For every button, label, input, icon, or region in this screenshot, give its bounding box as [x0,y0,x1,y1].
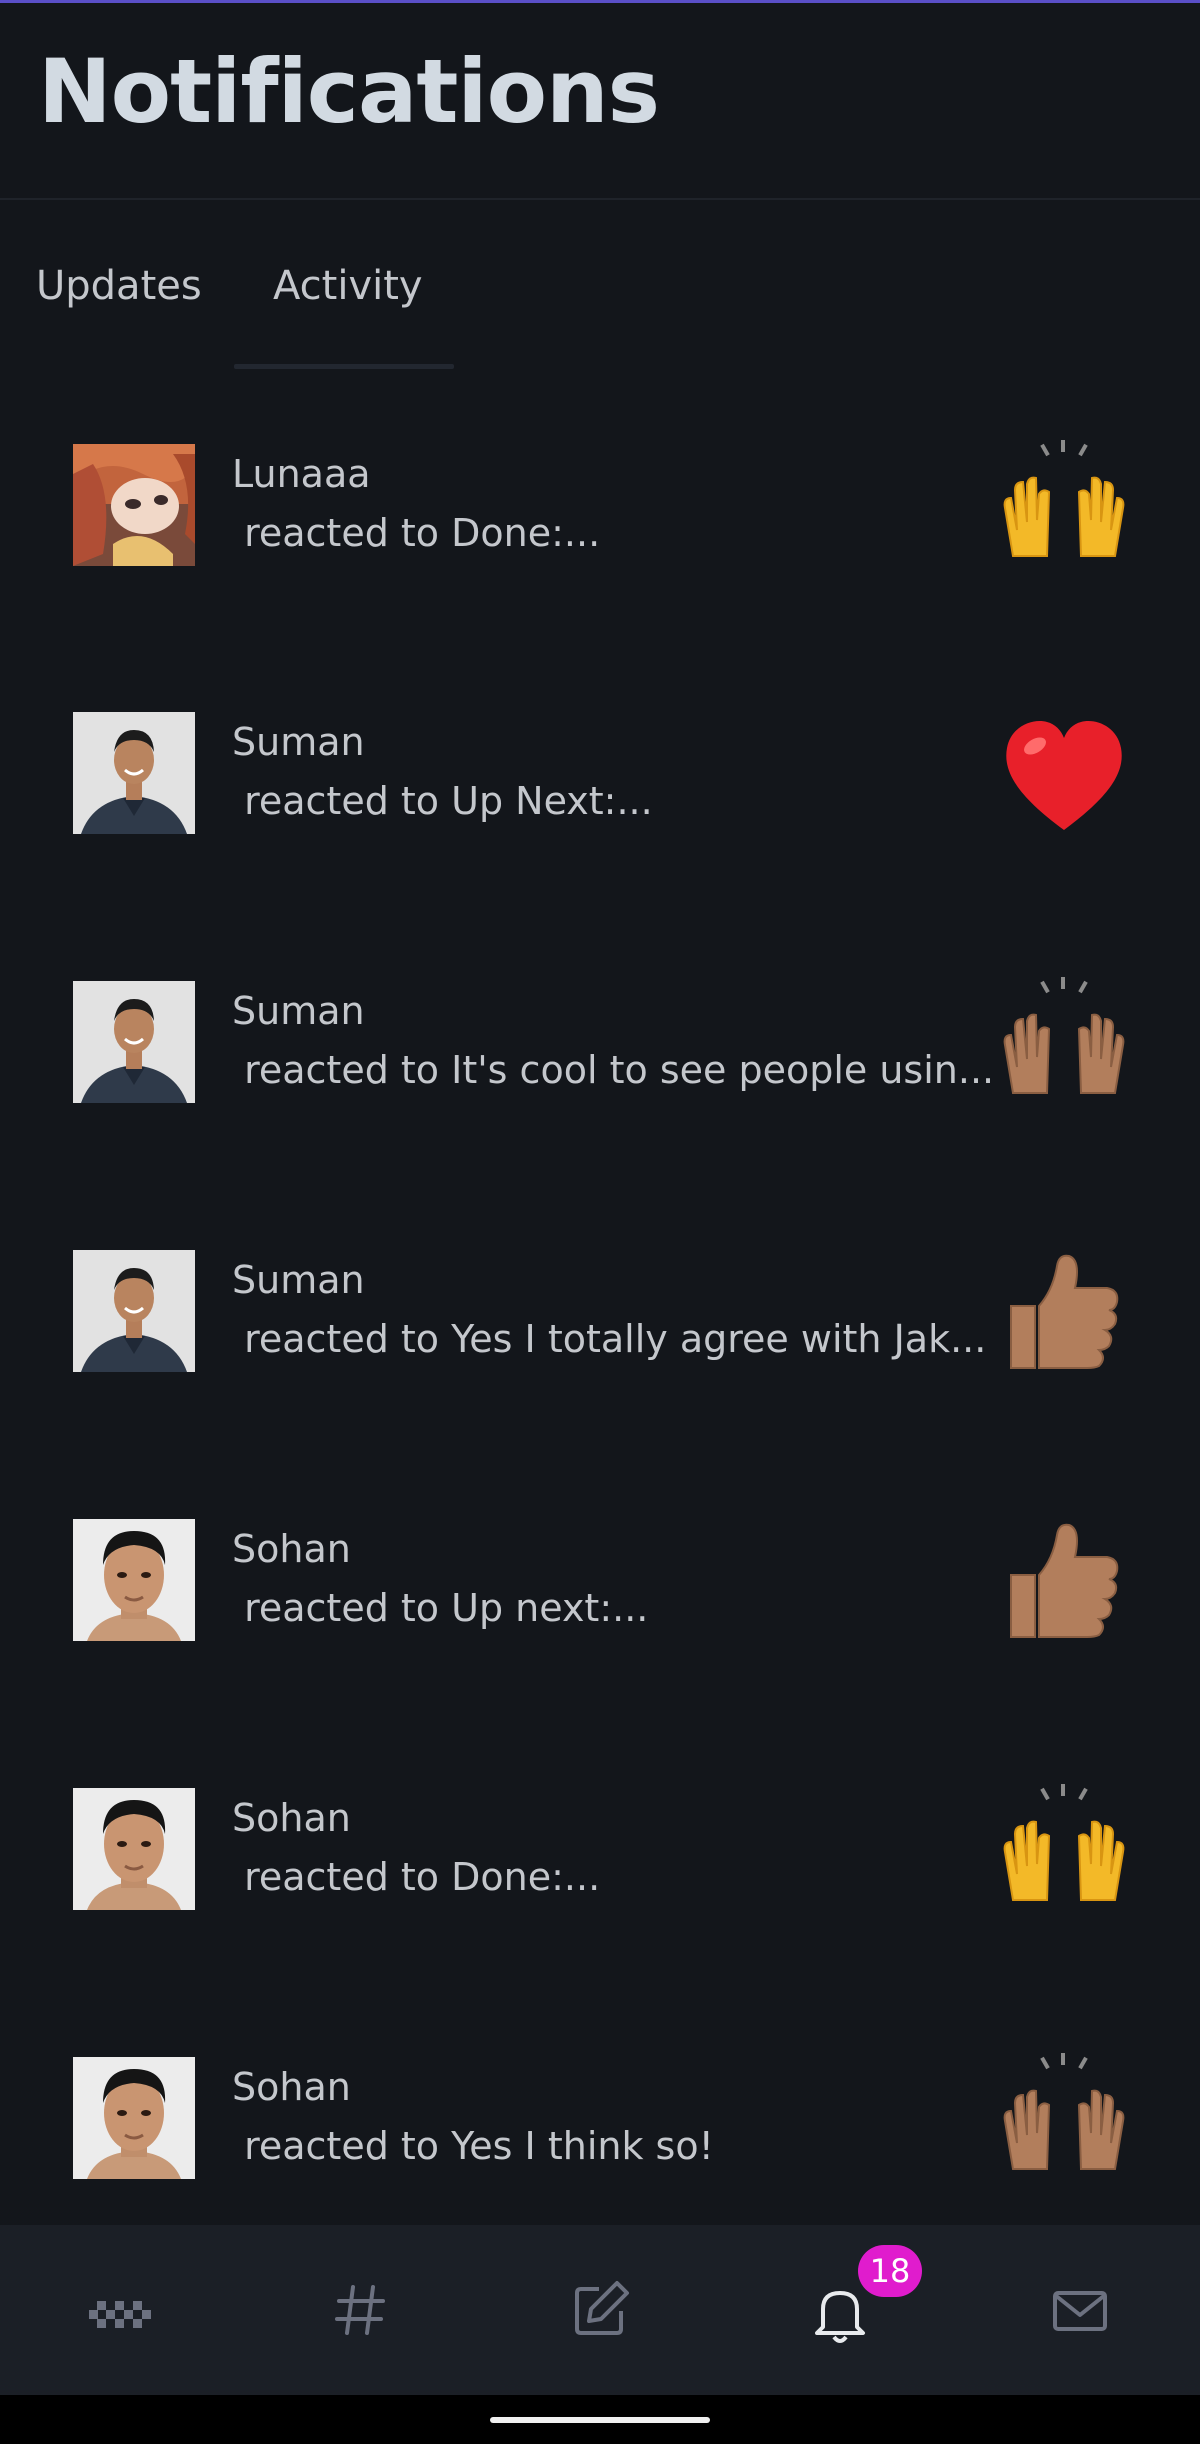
notification-text: reacted to Yes I think so! [232,2124,714,2168]
thumbs-up-icon [995,1513,1133,1651]
mail-icon[interactable] [1035,2265,1125,2355]
page-title: Notifications [38,40,660,143]
notification-text: reacted to Yes I totally agree with Jak.… [232,1317,987,1361]
notification-row[interactable]: Suman reacted to Yes I totally agree wit… [0,1186,1200,1386]
notification-text: reacted to Done:... [232,1855,601,1899]
home-icon[interactable] [75,2265,165,2355]
raising-hands-icon [995,438,1133,576]
notification-text: reacted to It's cool to see people usin.… [232,1048,992,1092]
notification-user-name: Sohan [232,1796,351,1840]
tab-updates[interactable]: Updates [36,262,202,310]
avatar-anime-girl-image [73,444,195,566]
tab-indicator [234,364,454,369]
notification-row[interactable]: Suman reacted to It's cool to see people… [0,917,1200,1117]
raising-hands-icon [995,1782,1133,1920]
avatar-man-portrait-image [73,1788,195,1910]
avatar [73,1250,195,1372]
notification-row[interactable]: Sohan reacted to Done:... [0,1724,1200,1924]
notification-user-name: Suman [232,720,365,764]
notification-text: reacted to Up Next:... [232,779,653,823]
notification-count-badge: 18 [858,2245,922,2297]
avatar-man-dark-shirt-image [73,712,195,834]
top-accent-line [0,0,1200,3]
tab-activity[interactable]: Activity [273,262,423,310]
notification-user-name: Lunaaa [232,452,371,496]
notification-row[interactable]: Sohan reacted to Up next:... [0,1455,1200,1655]
bottom-navigation: 18 [0,2225,1200,2395]
notification-row[interactable]: Sohan reacted to Yes I think so! [0,1993,1200,2193]
compose-icon[interactable] [555,2265,645,2355]
notification-user-name: Sohan [232,2065,351,2109]
notifications-screen: Notifications Updates Activity Lunaaa re… [0,0,1200,2444]
raising-hands-icon [995,2051,1133,2189]
notification-row[interactable]: Lunaaa reacted to Done:... [0,380,1200,580]
avatar [73,981,195,1103]
avatar [73,444,195,566]
notification-text: reacted to Up next:... [232,1586,649,1630]
notification-user-name: Suman [232,1258,365,1302]
avatar [73,1519,195,1641]
hashtag-icon[interactable] [315,2265,405,2355]
thumbs-up-icon [995,1244,1133,1382]
avatar [73,712,195,834]
notification-user-name: Sohan [232,1527,351,1571]
home-gesture-handle[interactable] [490,2417,710,2423]
notification-row[interactable]: Suman reacted to Up Next:... [0,648,1200,848]
avatar [73,2057,195,2179]
raising-hands-icon [995,975,1133,1113]
avatar-man-portrait-image [73,1519,195,1641]
avatar-man-portrait-image [73,2057,195,2179]
avatar [73,1788,195,1910]
notification-user-name: Suman [232,989,365,1033]
notification-text: reacted to Done:... [232,511,601,555]
avatar-man-dark-shirt-image [73,1250,195,1372]
red-heart-icon [995,706,1133,844]
header-divider [0,198,1200,200]
avatar-man-dark-shirt-image [73,981,195,1103]
